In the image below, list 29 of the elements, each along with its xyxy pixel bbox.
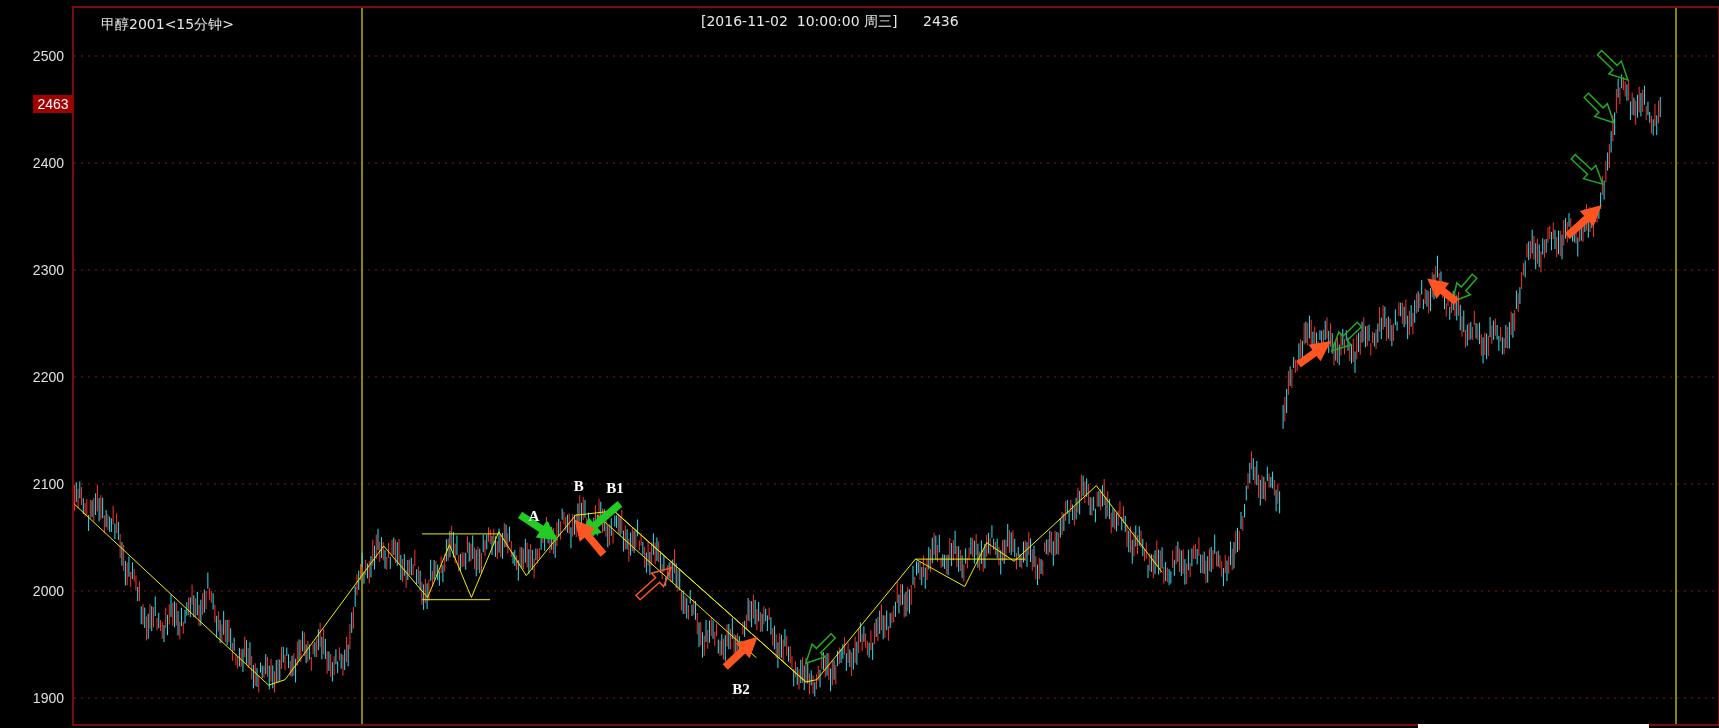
arrow-marker xyxy=(1451,273,1478,303)
scrollbar-thumb[interactable] xyxy=(1418,724,1649,728)
cursor-datetime: [2016-11-02 10:00:00 周三] xyxy=(701,13,898,29)
arrow-marker xyxy=(634,566,673,601)
arrow-marker xyxy=(1296,341,1332,368)
arrow-marker xyxy=(1596,49,1630,82)
price-axis-label: 2000 xyxy=(32,583,64,599)
arrow-marker xyxy=(1564,204,1602,239)
chart-annotation: B xyxy=(573,478,584,495)
price-axis-label: 2100 xyxy=(32,476,64,492)
arrow-marker xyxy=(804,632,837,665)
arrow-marker xyxy=(722,636,758,670)
arrow-marker xyxy=(574,519,607,557)
chart-annotation: B1 xyxy=(606,480,624,497)
arrow-marker xyxy=(1570,153,1605,186)
price-axis-label: 2400 xyxy=(32,155,64,171)
price-axis-label: 2200 xyxy=(32,369,64,385)
chart-annotation: A xyxy=(528,507,540,524)
price-axis-label: 1900 xyxy=(32,690,64,706)
arrow-marker xyxy=(1330,321,1363,352)
price-axis-label: 2300 xyxy=(32,262,64,278)
chart-annotation: B2 xyxy=(732,680,750,697)
arrow-marker xyxy=(518,511,559,541)
arrow-marker xyxy=(1583,92,1615,124)
cursor-price: 2436 xyxy=(923,13,959,29)
current-price-tag: 2463 xyxy=(33,95,73,113)
arrow-marker xyxy=(1427,278,1459,305)
price-axis-label: 2500 xyxy=(32,48,64,64)
chart-title: 甲醇2001<15分钟> xyxy=(101,16,234,32)
